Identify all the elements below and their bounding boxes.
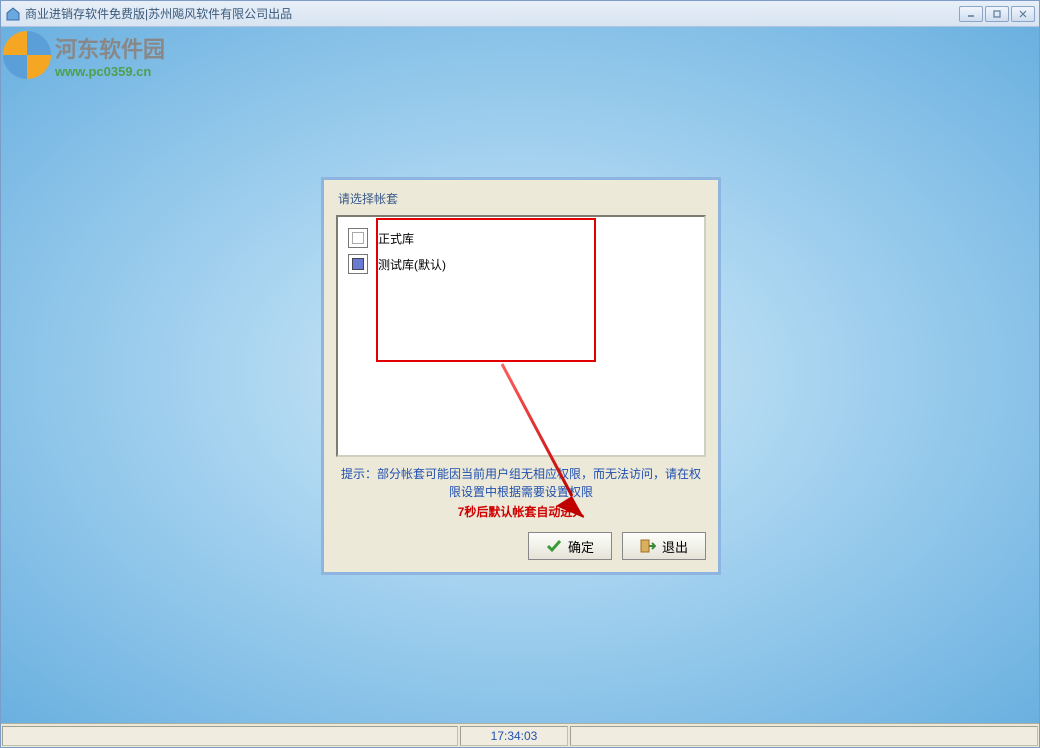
window-controls [959, 6, 1035, 22]
statusbar: 17:34:03 [1, 723, 1039, 747]
maximize-icon [992, 9, 1002, 19]
account-item-test[interactable]: 测试库(默认) [346, 251, 696, 277]
status-time: 17:34:03 [460, 726, 568, 746]
account-listbox[interactable]: 正式库 测试库(默认) [336, 215, 706, 457]
watermark-title: 河东软件园 [55, 32, 165, 64]
countdown-text: 7秒后默认帐套自动进入 [336, 503, 706, 520]
window-title: 商业进销存软件免费版|苏州飚风软件有限公司出品 [25, 5, 959, 22]
client-area: 河东软件园 www.pc0359.cn 请选择帐套 正式库 测试库(默认) [1, 27, 1039, 723]
watermark-logo-icon [3, 31, 51, 79]
database-icon [348, 228, 368, 248]
titlebar: 商业进销存软件免费版|苏州飚风软件有限公司出品 [1, 1, 1039, 27]
exit-label: 退出 [662, 537, 688, 556]
status-pane-right [570, 726, 1038, 746]
database-icon [348, 254, 368, 274]
exit-button[interactable]: 退出 [622, 532, 706, 560]
ok-button[interactable]: 确定 [528, 532, 612, 560]
close-button[interactable] [1011, 6, 1035, 22]
account-item-formal[interactable]: 正式库 [346, 225, 696, 251]
ok-label: 确定 [568, 537, 594, 556]
account-select-dialog: 请选择帐套 正式库 测试库(默认) [321, 177, 721, 575]
watermark-url: www.pc0359.cn [55, 64, 165, 79]
check-icon [546, 538, 562, 554]
permission-hint: 提示：部分帐套可能因当前用户组无相应权限，而无法访问，请在权限设置中根据需要设置… [336, 465, 706, 501]
dialog-title: 请选择帐套 [336, 190, 706, 207]
watermark: 河东软件园 www.pc0359.cn [3, 31, 165, 79]
main-window: 商业进销存软件免费版|苏州飚风软件有限公司出品 河东软件园 www.pc0359… [0, 0, 1040, 748]
account-label: 测试库(默认) [378, 256, 446, 273]
minimize-button[interactable] [959, 6, 983, 22]
account-label: 正式库 [378, 230, 414, 247]
minimize-icon [966, 9, 976, 19]
maximize-button[interactable] [985, 6, 1009, 22]
close-icon [1018, 9, 1028, 19]
app-icon [5, 6, 21, 22]
dialog-buttons: 确定 退出 [336, 532, 706, 560]
exit-icon [640, 538, 656, 554]
status-pane-left [2, 726, 458, 746]
